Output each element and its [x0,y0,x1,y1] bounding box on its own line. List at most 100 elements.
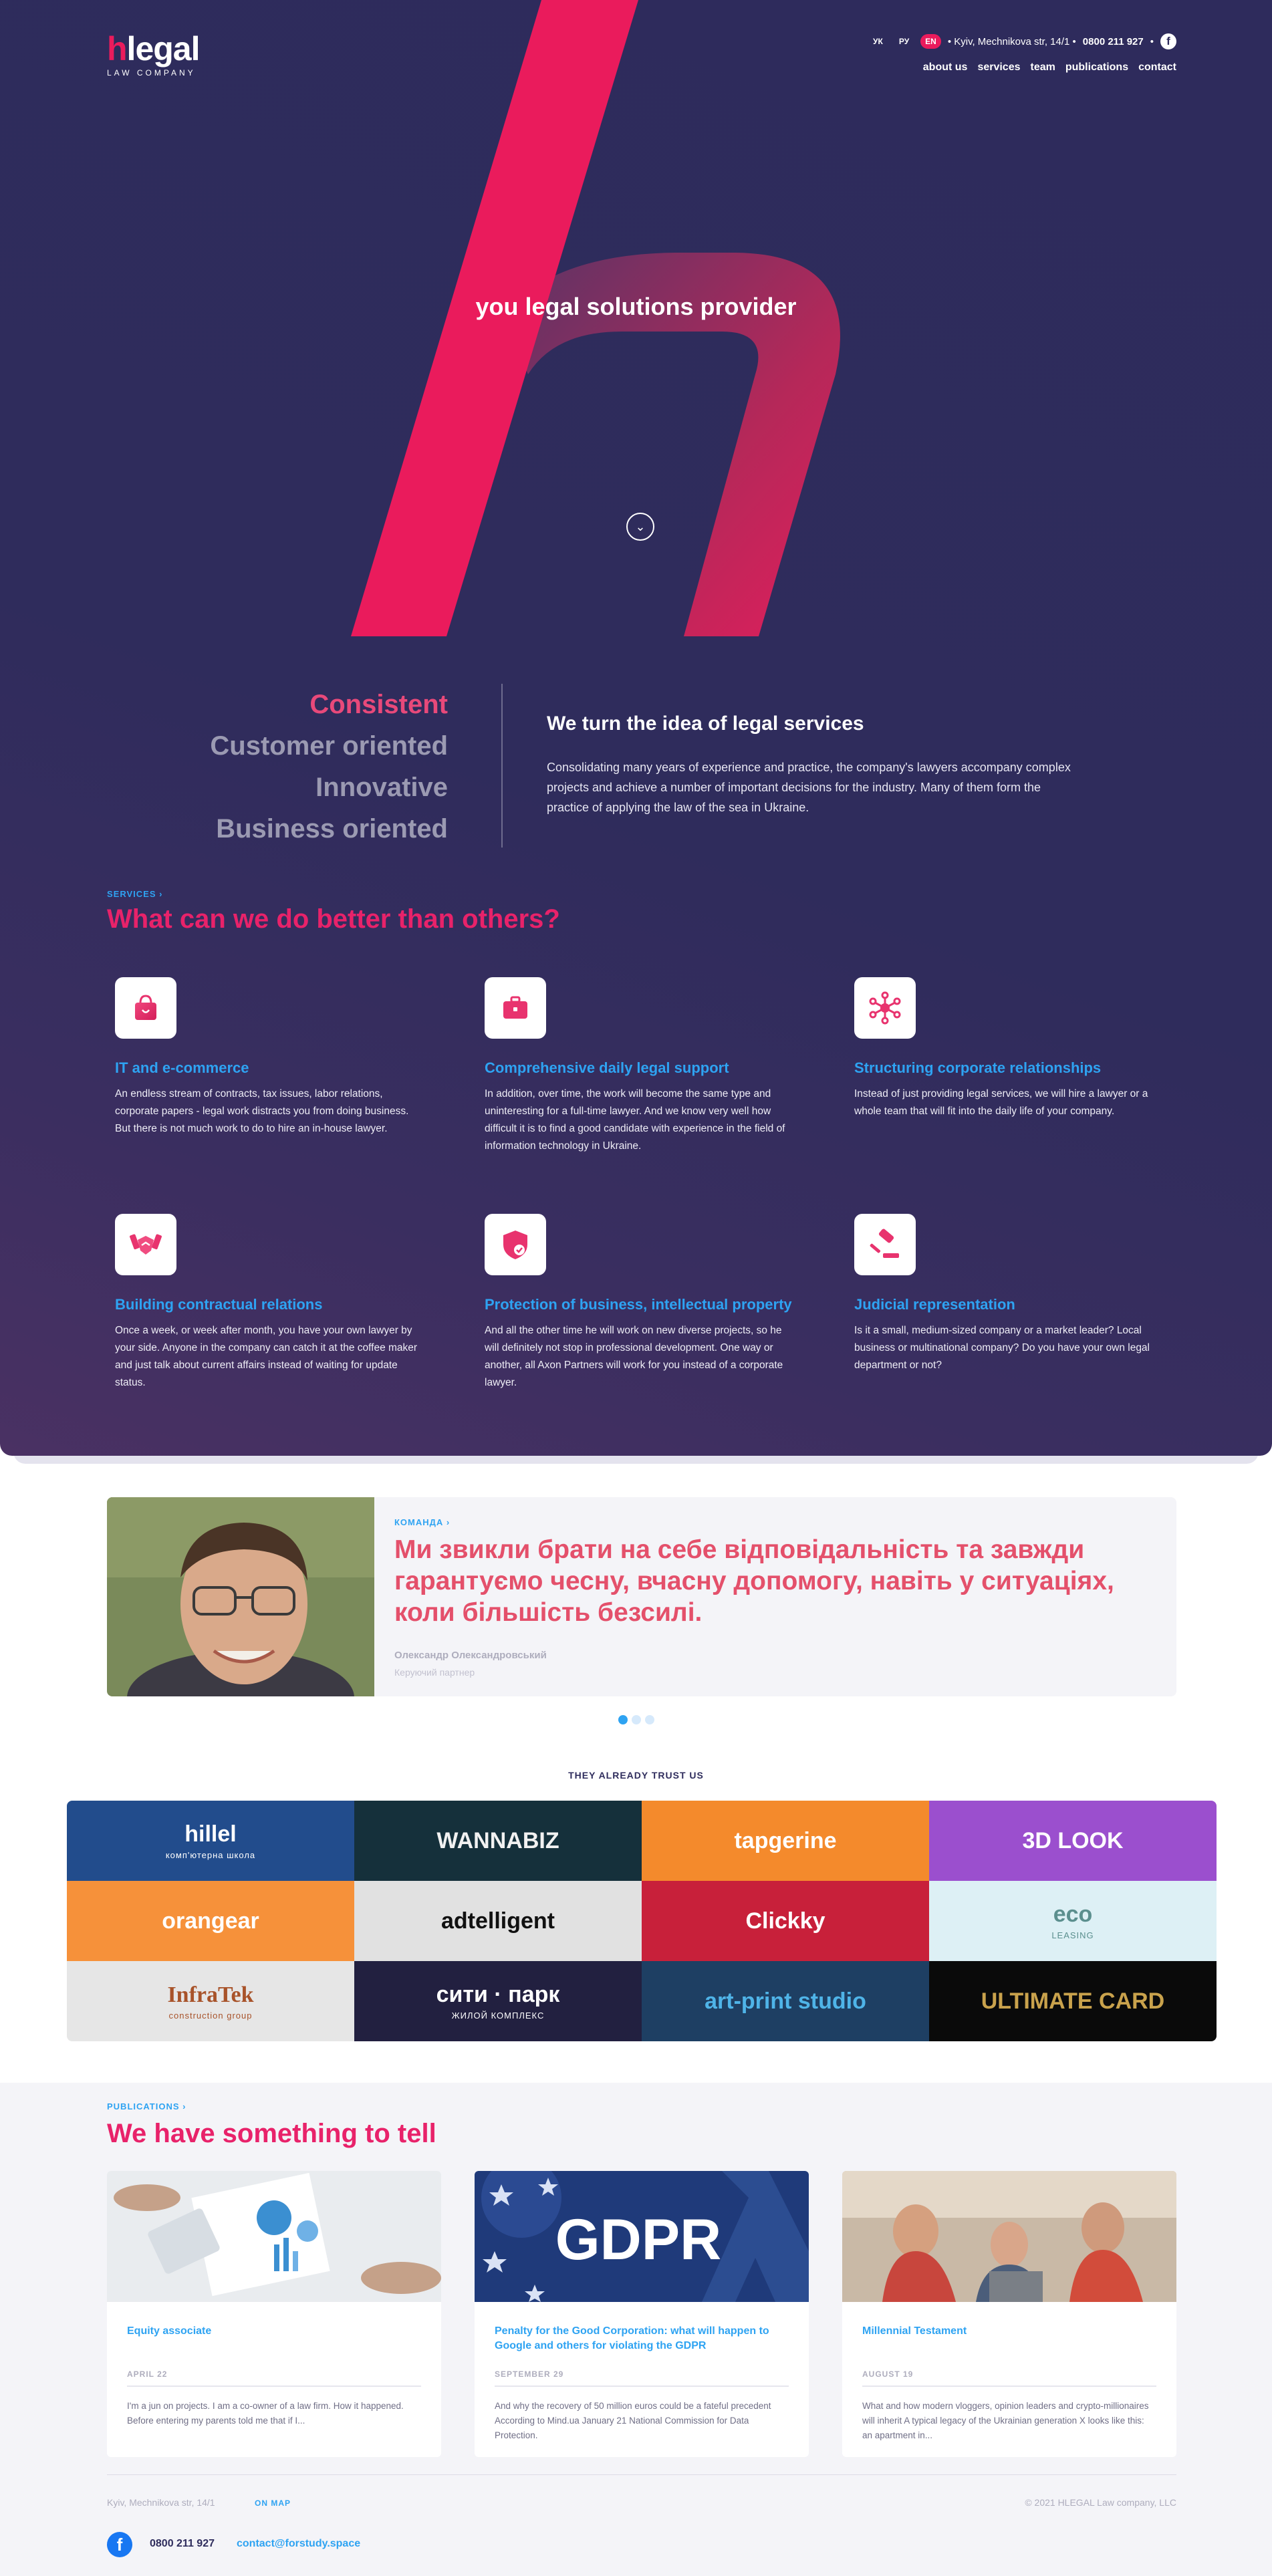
nav-publications[interactable]: publications [1065,61,1128,74]
client-logo-name: tapgerine [734,1827,837,1853]
client-logo: 3D LOOK [929,1801,1217,1881]
service-text: An endless stream of contracts, tax issu… [115,1088,409,1134]
client-logo-name: Clickky [745,1908,825,1934]
client-logo: ULTIMATE CARD [929,1961,1217,2041]
service-title[interactable]: Comprehensive daily legal support [485,1059,792,1077]
team-slider: КОМАНДА › Ми звикли брати на себе відпов… [107,1497,1176,1696]
client-logo: сити · парк ЖИЛОЙ КОМПЛЕКС [354,1961,642,2041]
service-title[interactable]: Structuring corporate relationships [854,1059,1162,1077]
top-separator: • [1150,35,1154,47]
slider-dot[interactable] [618,1715,628,1724]
logo[interactable]: hlegal LAW COMPANY [107,32,200,78]
values-divider [501,684,503,848]
services-title: What can we do better than others? [107,904,560,934]
publication-title[interactable]: Penalty for the Good Corporation: what w… [495,2324,789,2355]
handshake-icon [115,1214,176,1275]
team-member-photo [107,1497,374,1696]
publication-date: APRIL 22 [127,2369,168,2379]
publication-card[interactable]: Equity associate APRIL 22 I'm a jun on p… [107,2171,441,2457]
publication-excerpt: I'm a jun on projects. I am a co-owner o… [127,2401,404,2426]
slider-dot[interactable] [632,1715,641,1724]
publication-card[interactable]: GDPR Penalty for the Good Corporation: w… [475,2171,809,2457]
logo-word: legal [126,30,201,68]
client-logo: Clickky [642,1881,929,1961]
nav-contact[interactable]: contact [1138,61,1176,74]
client-logo-name: eco [1053,1902,1093,1927]
publication-date: AUGUST 19 [862,2369,914,2379]
value-item: Innovative [315,773,448,802]
divider [495,2386,789,2387]
nav-services[interactable]: services [977,61,1020,74]
service-title[interactable]: Building contractual relations [115,1295,422,1314]
lang-ru[interactable]: РУ [894,34,914,49]
top-address: • Kyiv, Mechnikova str, 14/1 • [947,35,1076,47]
client-logo-subtitle: LEASING [1051,1930,1094,1940]
service-text: Instead of just providing legal services… [854,1088,1148,1117]
publication-excerpt: And why the recovery of 50 million euros… [495,2401,771,2440]
briefcase-icon [485,977,546,1039]
facebook-icon[interactable]: f [107,2532,132,2557]
footer-email[interactable]: contact@forstudy.space [237,2538,360,2550]
publication-card[interactable]: Millennial Testament AUGUST 19 What and … [842,2171,1176,2457]
footer-map-link[interactable]: ON MAP [255,2498,291,2508]
clients-title: THEY ALREADY TRUST US [568,1770,704,1781]
client-logo: tapgerine [642,1801,929,1881]
service-card: Judicial representation Is it a small, m… [854,1214,1162,1374]
publications-title: We have something to tell [107,2119,436,2148]
services-kicker[interactable]: SERVICES › [107,889,162,899]
service-title[interactable]: Judicial representation [854,1295,1162,1314]
publications-kicker[interactable]: PUBLICATIONS › [107,2101,186,2111]
hero-section: hlegal LAW COMPANY УК РУ EN • Kyiv, Mech… [0,0,1272,1456]
service-title[interactable]: Protection of business, intellectual pro… [485,1295,792,1314]
client-logo: art-print studio [642,1961,929,2041]
hero-tagline: you legal solutions provider [475,293,797,320]
service-card: Structuring corporate relationships Inst… [854,977,1162,1120]
shopping-bag-icon [115,977,176,1039]
publication-image: GDPR [475,2171,809,2302]
footer-copyright: © 2021 HLEGAL Law company, LLC [1025,2497,1176,2508]
client-logo-subtitle: комп'ютерна школа [165,1850,256,1860]
nav-about-us[interactable]: about us [923,61,968,74]
shield-icon [485,1214,546,1275]
client-logo-name: orangear [162,1908,259,1934]
logo-letter: h [107,30,128,68]
client-logo-subtitle: ЖИЛОЙ КОМПЛЕКС [451,2011,545,2021]
client-logo-name: adtelligent [440,1908,555,1934]
service-card: Protection of business, intellectual pro… [485,1214,792,1392]
lang-uk[interactable]: УК [868,34,888,49]
footer-divider [107,2474,1176,2475]
client-logo-name: art-print studio [705,1988,866,2014]
service-title[interactable]: IT and e-commerce [115,1059,422,1077]
client-logo-name: WANNABIZ [436,1827,559,1853]
client-logo-subtitle: construction group [168,2010,253,2021]
footer-phone[interactable]: 0800 211 927 [150,2538,215,2550]
publication-excerpt: What and how modern vloggers, opinion le… [862,2401,1149,2440]
client-logo: adtelligent [354,1881,642,1961]
facebook-icon[interactable]: f [1160,33,1176,49]
service-card: IT and e-commerce An endless stream of c… [115,977,422,1138]
publication-title[interactable]: Millennial Testament [862,2324,1156,2355]
publication-image [107,2171,441,2302]
client-logo-name: сити · парк [436,1982,560,2007]
gdpr-image-text: GDPR [555,2208,721,2272]
top-contact-bar: УК РУ EN • Kyiv, Mechnikova str, 14/1 • … [868,33,1176,49]
network-icon [854,977,916,1039]
team-kicker[interactable]: КОМАНДА › [394,1517,450,1527]
publication-title[interactable]: Equity associate [127,2324,421,2355]
client-logo-name: InfraTek [167,1982,254,2007]
client-logo: orangear [67,1881,354,1961]
publication-date: SEPTEMBER 29 [495,2369,564,2379]
about-text: Consolidating many years of experience a… [547,761,1071,814]
client-logo-name: hillel [184,1821,237,1847]
nav-team[interactable]: team [1031,61,1055,74]
lang-en[interactable]: EN [920,34,941,49]
service-text: And all the other time he will work on n… [485,1325,783,1388]
service-text: Once a week, or week after month, you ha… [115,1325,418,1388]
logo-subtitle: LAW COMPANY [107,68,196,78]
scroll-down-icon[interactable]: ⌄ [626,513,654,541]
top-phone[interactable]: 0800 211 927 [1083,36,1144,47]
client-logos-grid: hillel комп'ютерна школа WANNABIZ tapgerine… [67,1801,1217,2041]
slider-dot[interactable] [645,1715,654,1724]
client-logo: eco LEASING [929,1881,1217,1961]
client-logo: WANNABIZ [354,1801,642,1881]
